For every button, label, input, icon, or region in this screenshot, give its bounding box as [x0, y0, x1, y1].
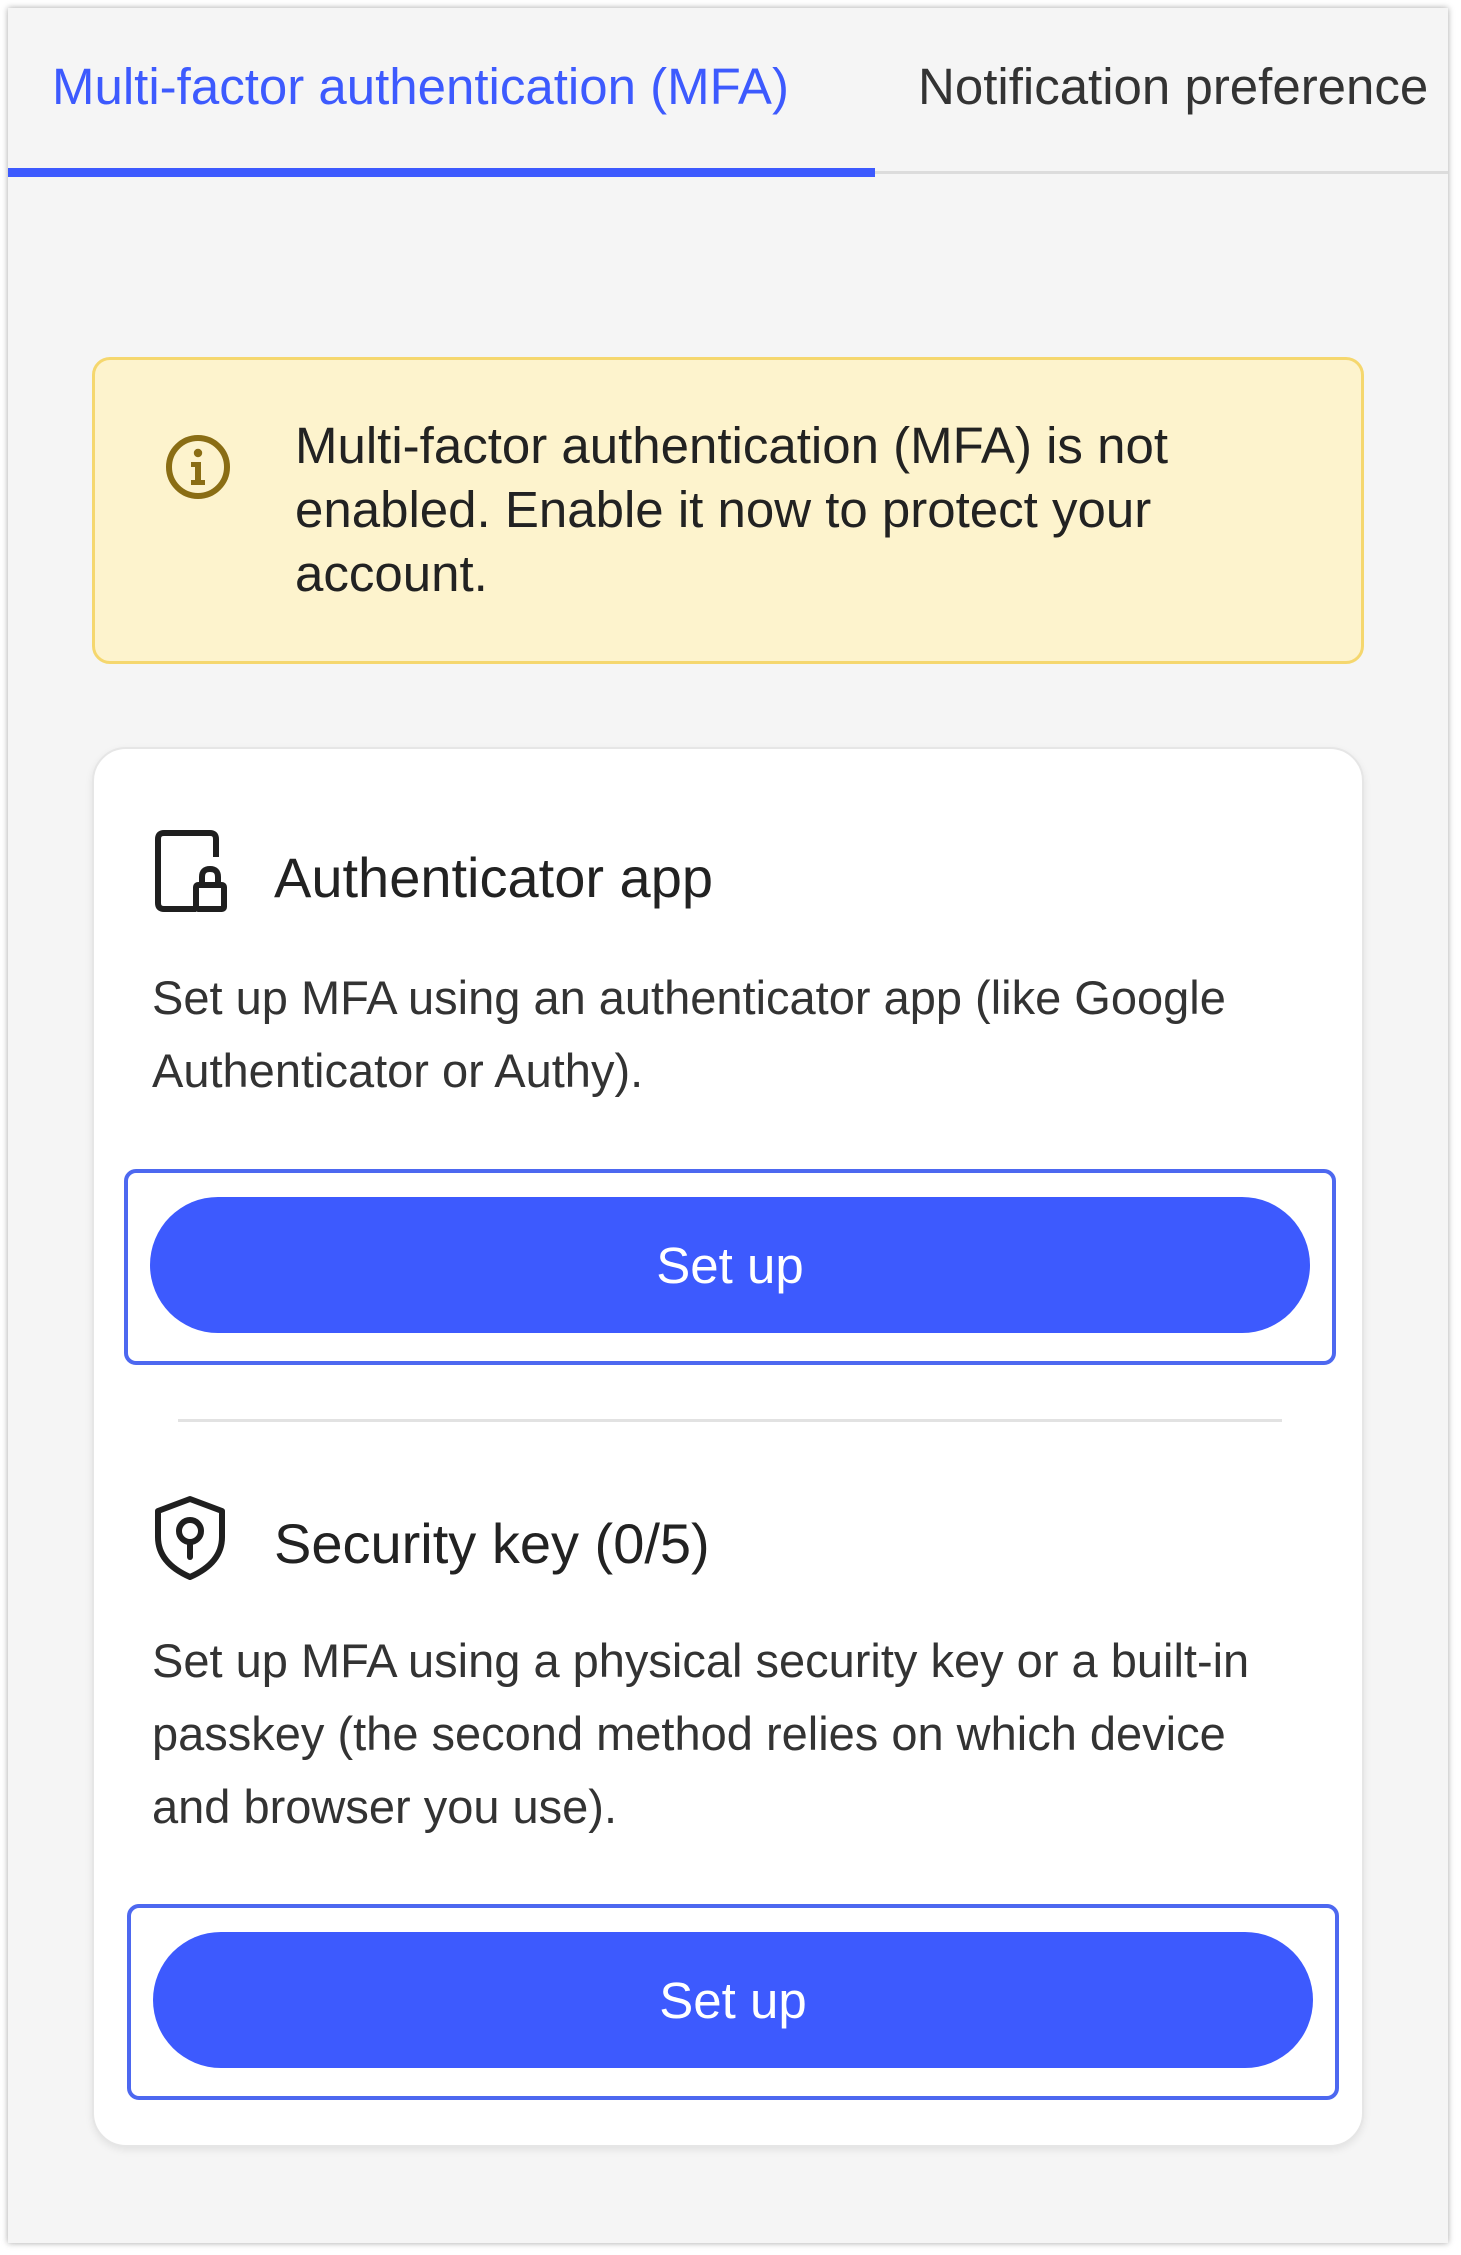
tab-notification-preferences[interactable]: Notification preference — [918, 8, 1428, 174]
tablet-lock-icon — [155, 830, 227, 912]
authenticator-setup-label: Set up — [656, 1236, 804, 1294]
warning-message: Multi-factor authentication (MFA) is not… — [295, 417, 1169, 602]
authenticator-setup-button[interactable]: Set up — [150, 1197, 1310, 1333]
security-key-description: Set up MFA using a physical security key… — [152, 1634, 1250, 1833]
tab-mfa[interactable]: Multi-factor authentication (MFA) — [8, 8, 875, 177]
security-key-title: Security key (0/5) — [274, 1512, 710, 1575]
authenticator-app-title: Authenticator app — [274, 846, 713, 909]
authenticator-app-description: Set up MFA using an authenticator app (l… — [152, 971, 1226, 1097]
security-key-setup-label: Set up — [659, 1971, 807, 2029]
mfa-settings-panel: Multi-factor authentication (MFA) Notifi… — [8, 8, 1448, 2243]
tab-mfa-label: Multi-factor authentication (MFA) — [52, 57, 789, 115]
tab-bar: Multi-factor authentication (MFA) Notifi… — [8, 8, 1448, 177]
mfa-methods-card: Authenticator app Set up MFA using an au… — [92, 747, 1364, 2147]
authenticator-setup-focus-ring: Set up — [124, 1169, 1336, 1365]
info-circle-icon — [166, 435, 230, 499]
security-key-setup-focus-ring: Set up — [127, 1904, 1339, 2100]
mfa-warning-banner: Multi-factor authentication (MFA) is not… — [92, 357, 1364, 664]
section-divider — [178, 1419, 1282, 1422]
security-key-setup-button[interactable]: Set up — [153, 1932, 1313, 2068]
tab-notification-label: Notification preference — [918, 58, 1429, 115]
shield-key-icon — [155, 1496, 225, 1580]
